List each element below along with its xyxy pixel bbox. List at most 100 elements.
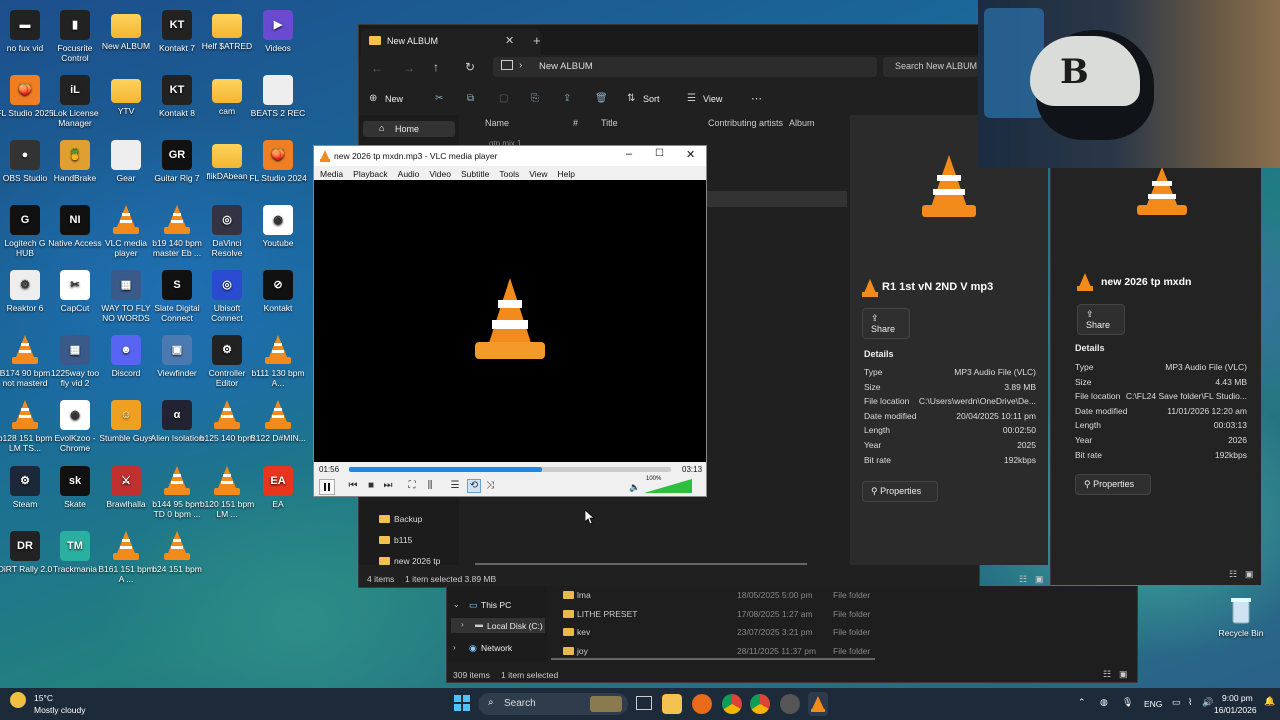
desktop-icon[interactable]: Helf $ATRED — [198, 10, 256, 51]
vlc-menu-help[interactable]: Help — [557, 169, 574, 179]
weather-desc[interactable]: Mostly cloudy — [34, 705, 86, 715]
vlc-menu-media[interactable]: Media — [320, 169, 343, 179]
paste-icon[interactable]: ▢ — [499, 93, 508, 104]
desktop-icon[interactable]: B161 151 bpm A ... — [97, 531, 155, 584]
pause-button[interactable] — [319, 479, 335, 495]
desktop-icon[interactable]: VLC media player — [97, 205, 155, 258]
column-number[interactable]: # — [573, 118, 578, 128]
table-row[interactable]: lma 18/05/2025 5:00 pm File folder — [557, 589, 877, 603]
next-icon[interactable]: ⏭ — [382, 480, 394, 492]
desktop-icon[interactable]: b125 140 bpm — [198, 400, 256, 443]
desktop-icon[interactable]: cam — [198, 75, 256, 116]
vlc-taskbar-button[interactable] — [808, 692, 828, 716]
tree-local-disk[interactable]: › ▬ Local Disk (C:) — [451, 618, 545, 633]
chevron-up-icon[interactable]: ⌃ — [1078, 697, 1086, 708]
volume-tray-icon[interactable]: 🔊 — [1202, 697, 1213, 708]
view-button[interactable]: View — [703, 94, 722, 104]
desktop-icon[interactable]: 🍍 HandBrake — [46, 140, 104, 183]
language-indicator[interactable]: ENG — [1144, 699, 1162, 709]
volume-slider[interactable]: 100% — [644, 476, 692, 493]
volume-icon[interactable]: 🔈 — [629, 481, 641, 493]
desktop-icon[interactable]: ⚙ Controller Editor — [198, 335, 256, 388]
search-box[interactable]: Search New ALBUM — [883, 57, 979, 77]
desktop-icon[interactable]: ◎ DaVinci Resolve — [198, 205, 256, 258]
details-view-icon[interactable]: ☷ — [1019, 574, 1027, 585]
desktop-icon[interactable]: ⚔ Brawlhalla — [97, 466, 155, 509]
fl-studio-icon[interactable] — [692, 694, 712, 714]
nav-folder-item[interactable]: Backup — [379, 513, 455, 527]
desktop-icon[interactable]: ▦ 1225way too fly vid 2 — [46, 335, 104, 388]
desktop-icon[interactable]: ☺ Stumble Guys — [97, 400, 155, 443]
tree-this-pc[interactable]: This PC — [481, 600, 511, 610]
task-view-icon[interactable] — [636, 696, 652, 710]
explorer-tab[interactable]: New ALBUM ✕ — [361, 29, 541, 55]
desktop-icon[interactable]: b120 151 bpm LM ... — [198, 466, 256, 519]
copy-icon[interactable]: ⧉ — [467, 93, 474, 104]
cut-icon[interactable]: ✂ — [435, 93, 443, 104]
weather-temp[interactable]: 15°C — [34, 693, 53, 703]
up-icon[interactable]: ↑ — [433, 60, 439, 74]
desktop-icon[interactable]: 🍑 FL Studio 2024 — [249, 140, 307, 183]
sort-button[interactable]: Sort — [643, 94, 660, 104]
desktop-icon[interactable]: NI Native Access — [46, 205, 104, 248]
delete-icon[interactable]: 🗑 — [595, 93, 608, 104]
desktop-icon[interactable]: ▶ Videos — [249, 10, 307, 53]
minimize-icon[interactable]: – — [626, 148, 632, 160]
desktop-icon[interactable]: sk Skate — [46, 466, 104, 509]
column-album[interactable]: Album — [789, 118, 815, 128]
vlc-menu-subtitle[interactable]: Subtitle — [461, 169, 489, 179]
nav-home[interactable]: ⌂ Home — [363, 121, 455, 137]
chevron-down-icon[interactable]: ⌄ — [453, 600, 460, 609]
vlc-menu-playback[interactable]: Playback — [353, 169, 388, 179]
selected-row[interactable] — [707, 191, 847, 207]
more-icon[interactable]: ⋯ — [751, 92, 762, 105]
nav-folder-item[interactable]: b115 — [379, 534, 455, 548]
properties-button[interactable]: ⚲ Properties — [1075, 474, 1151, 495]
refresh-icon[interactable]: ↻ — [465, 60, 475, 74]
column-name[interactable]: Name — [485, 118, 509, 128]
previous-icon[interactable]: ⏮ — [347, 480, 359, 492]
share-button[interactable]: ⇪ Share — [1077, 304, 1125, 335]
vlc-menu-tools[interactable]: Tools — [499, 169, 519, 179]
table-row[interactable]: joy 28/11/2025 11:37 pm File folder — [557, 645, 877, 659]
desktop-icon[interactable]: Gear — [97, 140, 155, 183]
desktop-icon[interactable]: BEATS 2 REC — [249, 75, 307, 118]
share-button[interactable]: ⇪ Share — [862, 308, 910, 339]
maximize-icon[interactable]: ☐ — [655, 148, 664, 159]
desktop-icon[interactable]: ☻ Discord — [97, 335, 155, 378]
details-view-icon[interactable]: ☷ — [1103, 669, 1111, 680]
address-bar[interactable]: › New ALBUM — [493, 57, 877, 77]
file-explorer-icon[interactable] — [662, 694, 682, 714]
stop-icon[interactable]: ■ — [365, 480, 377, 492]
forward-icon[interactable]: → — [403, 61, 415, 75]
vlc-menu-audio[interactable]: Audio — [398, 169, 420, 179]
desktop-icon[interactable]: New ALBUM — [97, 10, 155, 51]
weather-icon[interactable] — [10, 692, 26, 708]
properties-button[interactable]: ⚲ Properties — [862, 481, 938, 502]
nav-folder-item[interactable]: new 2026 tp — [379, 555, 455, 569]
vlc-menu-video[interactable]: Video — [429, 169, 451, 179]
desktop-icon[interactable]: ✂ CapCut — [46, 270, 104, 313]
chrome-icon[interactable] — [722, 694, 742, 714]
display-icon[interactable]: ▭ — [1172, 697, 1181, 708]
shuffle-icon[interactable]: ⤨ — [484, 480, 496, 492]
desktop-icon[interactable]: B122 D#MIN... — [249, 400, 307, 443]
desktop-icon[interactable]: ▦ WAY TO FLY NO WORDS — [97, 270, 155, 323]
horizontal-scrollbar[interactable] — [551, 658, 875, 660]
vlc-menu-view[interactable]: View — [529, 169, 547, 179]
desktop-icon[interactable]: ◎ Ubisoft Connect — [198, 270, 256, 323]
tray-app-icon[interactable]: ◍ — [1100, 697, 1108, 708]
back-icon[interactable]: ← — [371, 61, 383, 75]
desktop-icon[interactable]: YTV — [97, 75, 155, 116]
start-icon[interactable] — [454, 695, 470, 711]
mic-icon[interactable]: 🎙 — [1122, 697, 1133, 708]
desktop-icon[interactable]: flikDAbean — [198, 140, 256, 181]
extended-settings-icon[interactable]: ⫼ — [424, 480, 436, 492]
table-row[interactable]: kev 23/07/2025 3:21 pm File folder — [557, 626, 877, 640]
chevron-right-icon[interactable]: › — [453, 643, 456, 652]
column-artists[interactable]: Contributing artists — [708, 118, 783, 128]
network-icon[interactable]: ⌇ — [1188, 697, 1192, 708]
loop-icon[interactable]: ⟲ — [467, 479, 481, 493]
new-button[interactable]: New — [385, 94, 403, 104]
clock-time[interactable]: 9:00 pm — [1222, 693, 1253, 703]
